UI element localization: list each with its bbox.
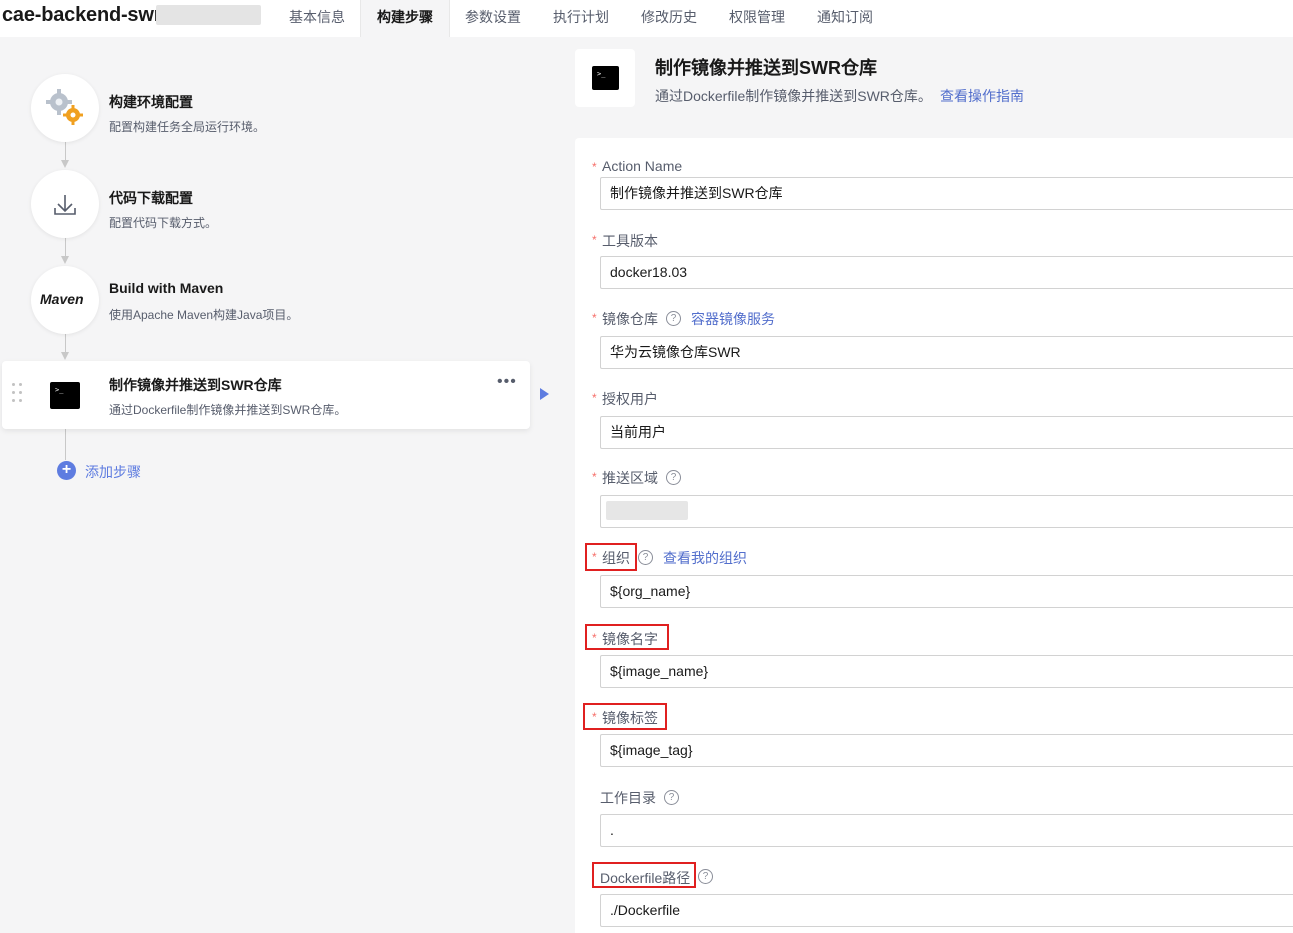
step-desc: 配置代码下载方式。	[109, 216, 218, 230]
image-tag-label: 镜像标签	[602, 710, 658, 726]
tool-version-select[interactable]: docker18.03	[600, 256, 1293, 289]
step-desc: 通过Dockerfile制作镜像并推送到SWR仓库。	[109, 403, 347, 417]
step-env-config[interactable]	[31, 74, 99, 142]
step-docker-swr-active[interactable]	[2, 361, 530, 429]
more-options-icon[interactable]: •••	[497, 374, 517, 390]
organization-label: 组织	[602, 550, 630, 566]
image-tag-input[interactable]: ${image_tag}	[600, 734, 1293, 767]
drag-handle-icon[interactable]	[12, 383, 24, 409]
detail-title: 制作镜像并推送到SWR仓库	[655, 58, 877, 78]
help-icon[interactable]: ?	[666, 311, 681, 326]
dockerfile-path-input[interactable]: ./Dockerfile	[600, 894, 1293, 927]
step-code-download[interactable]	[31, 170, 99, 238]
image-name-label: 镜像名字	[602, 631, 658, 647]
expand-arrow-icon[interactable]	[540, 388, 549, 400]
step-connector	[65, 333, 66, 353]
auth-user-label: 授权用户	[602, 391, 658, 407]
step-maven[interactable]: Maven	[31, 266, 99, 334]
operation-guide-link[interactable]: 查看操作指南	[940, 86, 1024, 106]
step-title[interactable]: 制作镜像并推送到SWR仓库	[109, 375, 282, 395]
tab-notifications[interactable]: 通知订阅	[801, 0, 889, 37]
tab-build-steps[interactable]: 构建步骤	[360, 0, 450, 37]
step-title[interactable]: 构建环境配置	[109, 92, 193, 112]
push-region-select[interactable]	[600, 495, 1293, 528]
work-dir-input[interactable]: .	[600, 814, 1293, 847]
registry-select[interactable]: 华为云镜像仓库SWR	[600, 336, 1293, 369]
required-mark: *	[592, 470, 597, 484]
download-icon	[54, 195, 76, 215]
container-registry-link[interactable]: 容器镜像服务	[691, 309, 775, 329]
step-connector	[65, 236, 66, 258]
step-connector	[65, 140, 66, 162]
required-mark: *	[592, 710, 597, 724]
tab-parameters[interactable]: 参数设置	[449, 0, 537, 37]
app-title: cae-backend-swr-	[2, 4, 168, 26]
gears-icon	[46, 89, 83, 125]
step-desc: 配置构建任务全局运行环境。	[109, 120, 266, 134]
organization-input[interactable]: ${org_name}	[600, 575, 1293, 608]
connector-arrow-icon	[61, 160, 69, 168]
dockerfile-path-label: Dockerfile路径	[600, 870, 691, 886]
required-mark: *	[592, 631, 597, 645]
required-mark: *	[592, 233, 597, 247]
detail-icon-box: >_	[575, 49, 635, 107]
terminal-icon: >_	[50, 382, 80, 409]
help-icon[interactable]: ?	[666, 470, 681, 485]
top-bar: cae-backend-swr- 基本信息 构建步骤 参数设置 执行计划 修改历…	[0, 0, 1293, 37]
required-mark: *	[592, 391, 597, 405]
tab-change-history[interactable]: 修改历史	[625, 0, 713, 37]
step-title[interactable]: 代码下载配置	[109, 188, 193, 208]
required-mark: *	[592, 311, 597, 325]
step-connector	[65, 429, 66, 460]
detail-desc: 通过Dockerfile制作镜像并推送到SWR仓库。	[655, 88, 932, 104]
step-title[interactable]: Build with Maven	[109, 280, 223, 296]
step-desc: 使用Apache Maven构建Java项目。	[109, 308, 299, 322]
required-mark: *	[592, 550, 597, 564]
maven-logo: Maven	[40, 291, 84, 307]
add-step-label: 添加步骤	[85, 464, 141, 480]
tab-permissions[interactable]: 权限管理	[713, 0, 801, 37]
tool-version-label: 工具版本	[602, 233, 658, 249]
view-my-organization-link[interactable]: 查看我的组织	[663, 548, 747, 568]
connector-arrow-icon	[61, 256, 69, 264]
plus-icon: +	[57, 461, 76, 480]
connector-arrow-icon	[61, 352, 69, 360]
redacted-title-mask	[156, 5, 261, 25]
action-name-input[interactable]: 制作镜像并推送到SWR仓库	[600, 177, 1293, 210]
tab-basic-info[interactable]: 基本信息	[272, 0, 362, 37]
required-mark: *	[592, 160, 597, 174]
tab-schedule[interactable]: 执行计划	[537, 0, 625, 37]
image-name-input[interactable]: ${image_name}	[600, 655, 1293, 688]
action-name-label: Action Name	[602, 158, 683, 174]
help-icon[interactable]: ?	[638, 550, 653, 565]
help-icon[interactable]: ?	[664, 790, 679, 805]
work-dir-label: 工作目录	[600, 790, 656, 806]
redacted-region-mask	[606, 501, 688, 520]
registry-label: 镜像仓库	[602, 311, 658, 327]
terminal-icon: >_	[592, 66, 619, 90]
push-region-label: 推送区域	[602, 470, 658, 486]
help-icon[interactable]: ?	[698, 869, 713, 884]
auth-user-select[interactable]: 当前用户	[600, 416, 1293, 449]
